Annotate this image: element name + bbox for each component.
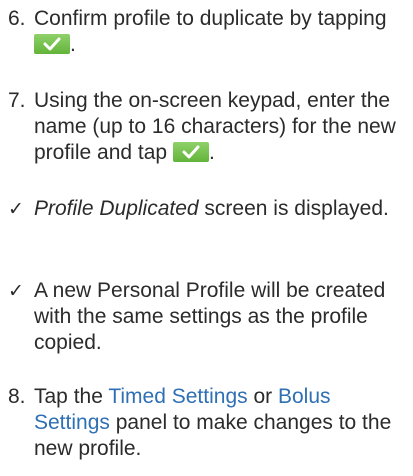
timed-settings-label: Timed Settings xyxy=(108,385,248,408)
step-6: 6. Confirm profile to duplicate by tappi… xyxy=(8,6,408,58)
screen-name: Profile Duplicated xyxy=(34,197,199,220)
step-8-text: Tap the xyxy=(34,385,109,408)
checkmark-icon: ✓ xyxy=(8,198,24,220)
checkmark-icon: ✓ xyxy=(8,280,24,302)
step-text: Using the on-screen keypad, enter the na… xyxy=(34,88,408,166)
step-number: 7. xyxy=(8,89,26,112)
result-profile-duplicated: ✓ Profile Duplicated screen is displayed… xyxy=(8,196,408,222)
step-8-or: or xyxy=(247,385,278,408)
confirm-checkmark-icon xyxy=(172,142,209,162)
result-new-profile-created: ✓ A new Personal Profile will be created… xyxy=(8,278,408,356)
step-text: Confirm profile to duplicate by tapping … xyxy=(34,6,408,58)
step-7: 7. Using the on-screen keypad, enter the… xyxy=(8,88,408,166)
result-text: A new Personal Profile will be created w… xyxy=(34,279,386,354)
result-text-rest: screen is displayed. xyxy=(198,197,389,220)
step-6-text: Confirm profile to duplicate by tapping xyxy=(34,7,387,30)
step-7-text: Using the on-screen keypad, enter the na… xyxy=(34,89,396,164)
confirm-checkmark-icon xyxy=(34,34,70,54)
step-7-period: . xyxy=(208,141,215,164)
step-number: 8. xyxy=(8,385,26,408)
step-number: 6. xyxy=(8,7,26,30)
step-6-period: . xyxy=(70,33,76,56)
step-8: 8. Tap the Timed Settings or Bolus Setti… xyxy=(8,384,408,462)
step-text: Tap the Timed Settings or Bolus Settings… xyxy=(34,384,408,462)
result-text: Profile Duplicated screen is displayed. xyxy=(34,196,408,222)
